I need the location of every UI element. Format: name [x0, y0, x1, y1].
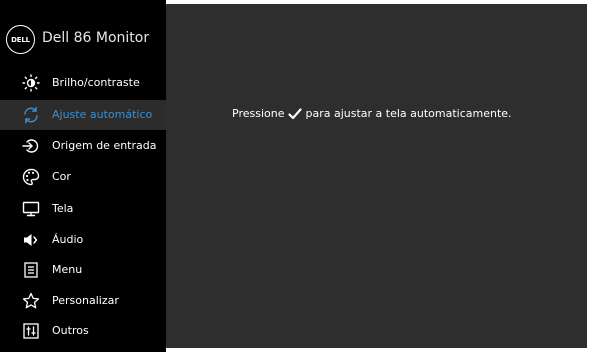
menu-label-audio: Áudio — [52, 233, 84, 246]
color-palette-icon — [22, 168, 40, 186]
menu-label-brightness-contrast: Brilho/contraste — [52, 76, 140, 89]
menu-item-auto-adjust[interactable]: Ajuste automático — [0, 100, 166, 130]
instruction-text-after: para ajustar a tela automaticamente. — [305, 107, 512, 120]
display-icon — [22, 200, 40, 218]
osd-content-panel: Pressione para ajustar a tela automatica… — [166, 4, 587, 348]
menu-item-menu[interactable]: Menu — [0, 255, 166, 285]
menu-item-brightness-contrast[interactable]: Brilho/contraste — [0, 68, 166, 98]
menu-label-display: Tela — [52, 202, 74, 215]
menu-item-display[interactable]: Tela — [0, 194, 166, 224]
menu-label-color: Cor — [52, 170, 71, 183]
auto-adjust-icon — [22, 106, 40, 124]
dell-logo: DELL — [6, 25, 35, 54]
menu-label-auto-adjust: Ajuste automático — [52, 108, 153, 121]
menu-item-color[interactable]: Cor — [0, 162, 166, 192]
speaker-icon — [22, 231, 40, 249]
instruction-text-before: Pressione — [232, 107, 285, 120]
osd-sidebar: DELL Dell 86 Monitor Brilho/contraste Aj… — [0, 0, 166, 352]
checkmark-icon — [288, 107, 303, 120]
menu-item-personalize[interactable]: Personalizar — [0, 286, 166, 316]
brightness-icon — [22, 74, 40, 92]
star-icon — [22, 292, 40, 310]
menu-label-menu: Menu — [52, 263, 83, 276]
menu-item-audio[interactable]: Áudio — [0, 225, 166, 255]
input-source-icon — [22, 137, 40, 155]
brand-header: DELL Dell 86 Monitor — [0, 0, 166, 70]
menu-label-personalize: Personalizar — [52, 294, 119, 307]
menu-list-icon — [22, 261, 40, 279]
monitor-osd: DELL Dell 86 Monitor Brilho/contraste Aj… — [0, 0, 593, 352]
menu-label-others: Outros — [52, 324, 89, 337]
auto-adjust-instruction: Pressione para ajustar a tela automatica… — [232, 107, 512, 120]
monitor-title: Dell 86 Monitor — [42, 30, 150, 46]
others-icon — [22, 322, 40, 340]
menu-item-others[interactable]: Outros — [0, 316, 166, 346]
menu-label-input-source: Origem de entrada — [52, 139, 157, 152]
menu-item-input-source[interactable]: Origem de entrada — [0, 131, 166, 161]
